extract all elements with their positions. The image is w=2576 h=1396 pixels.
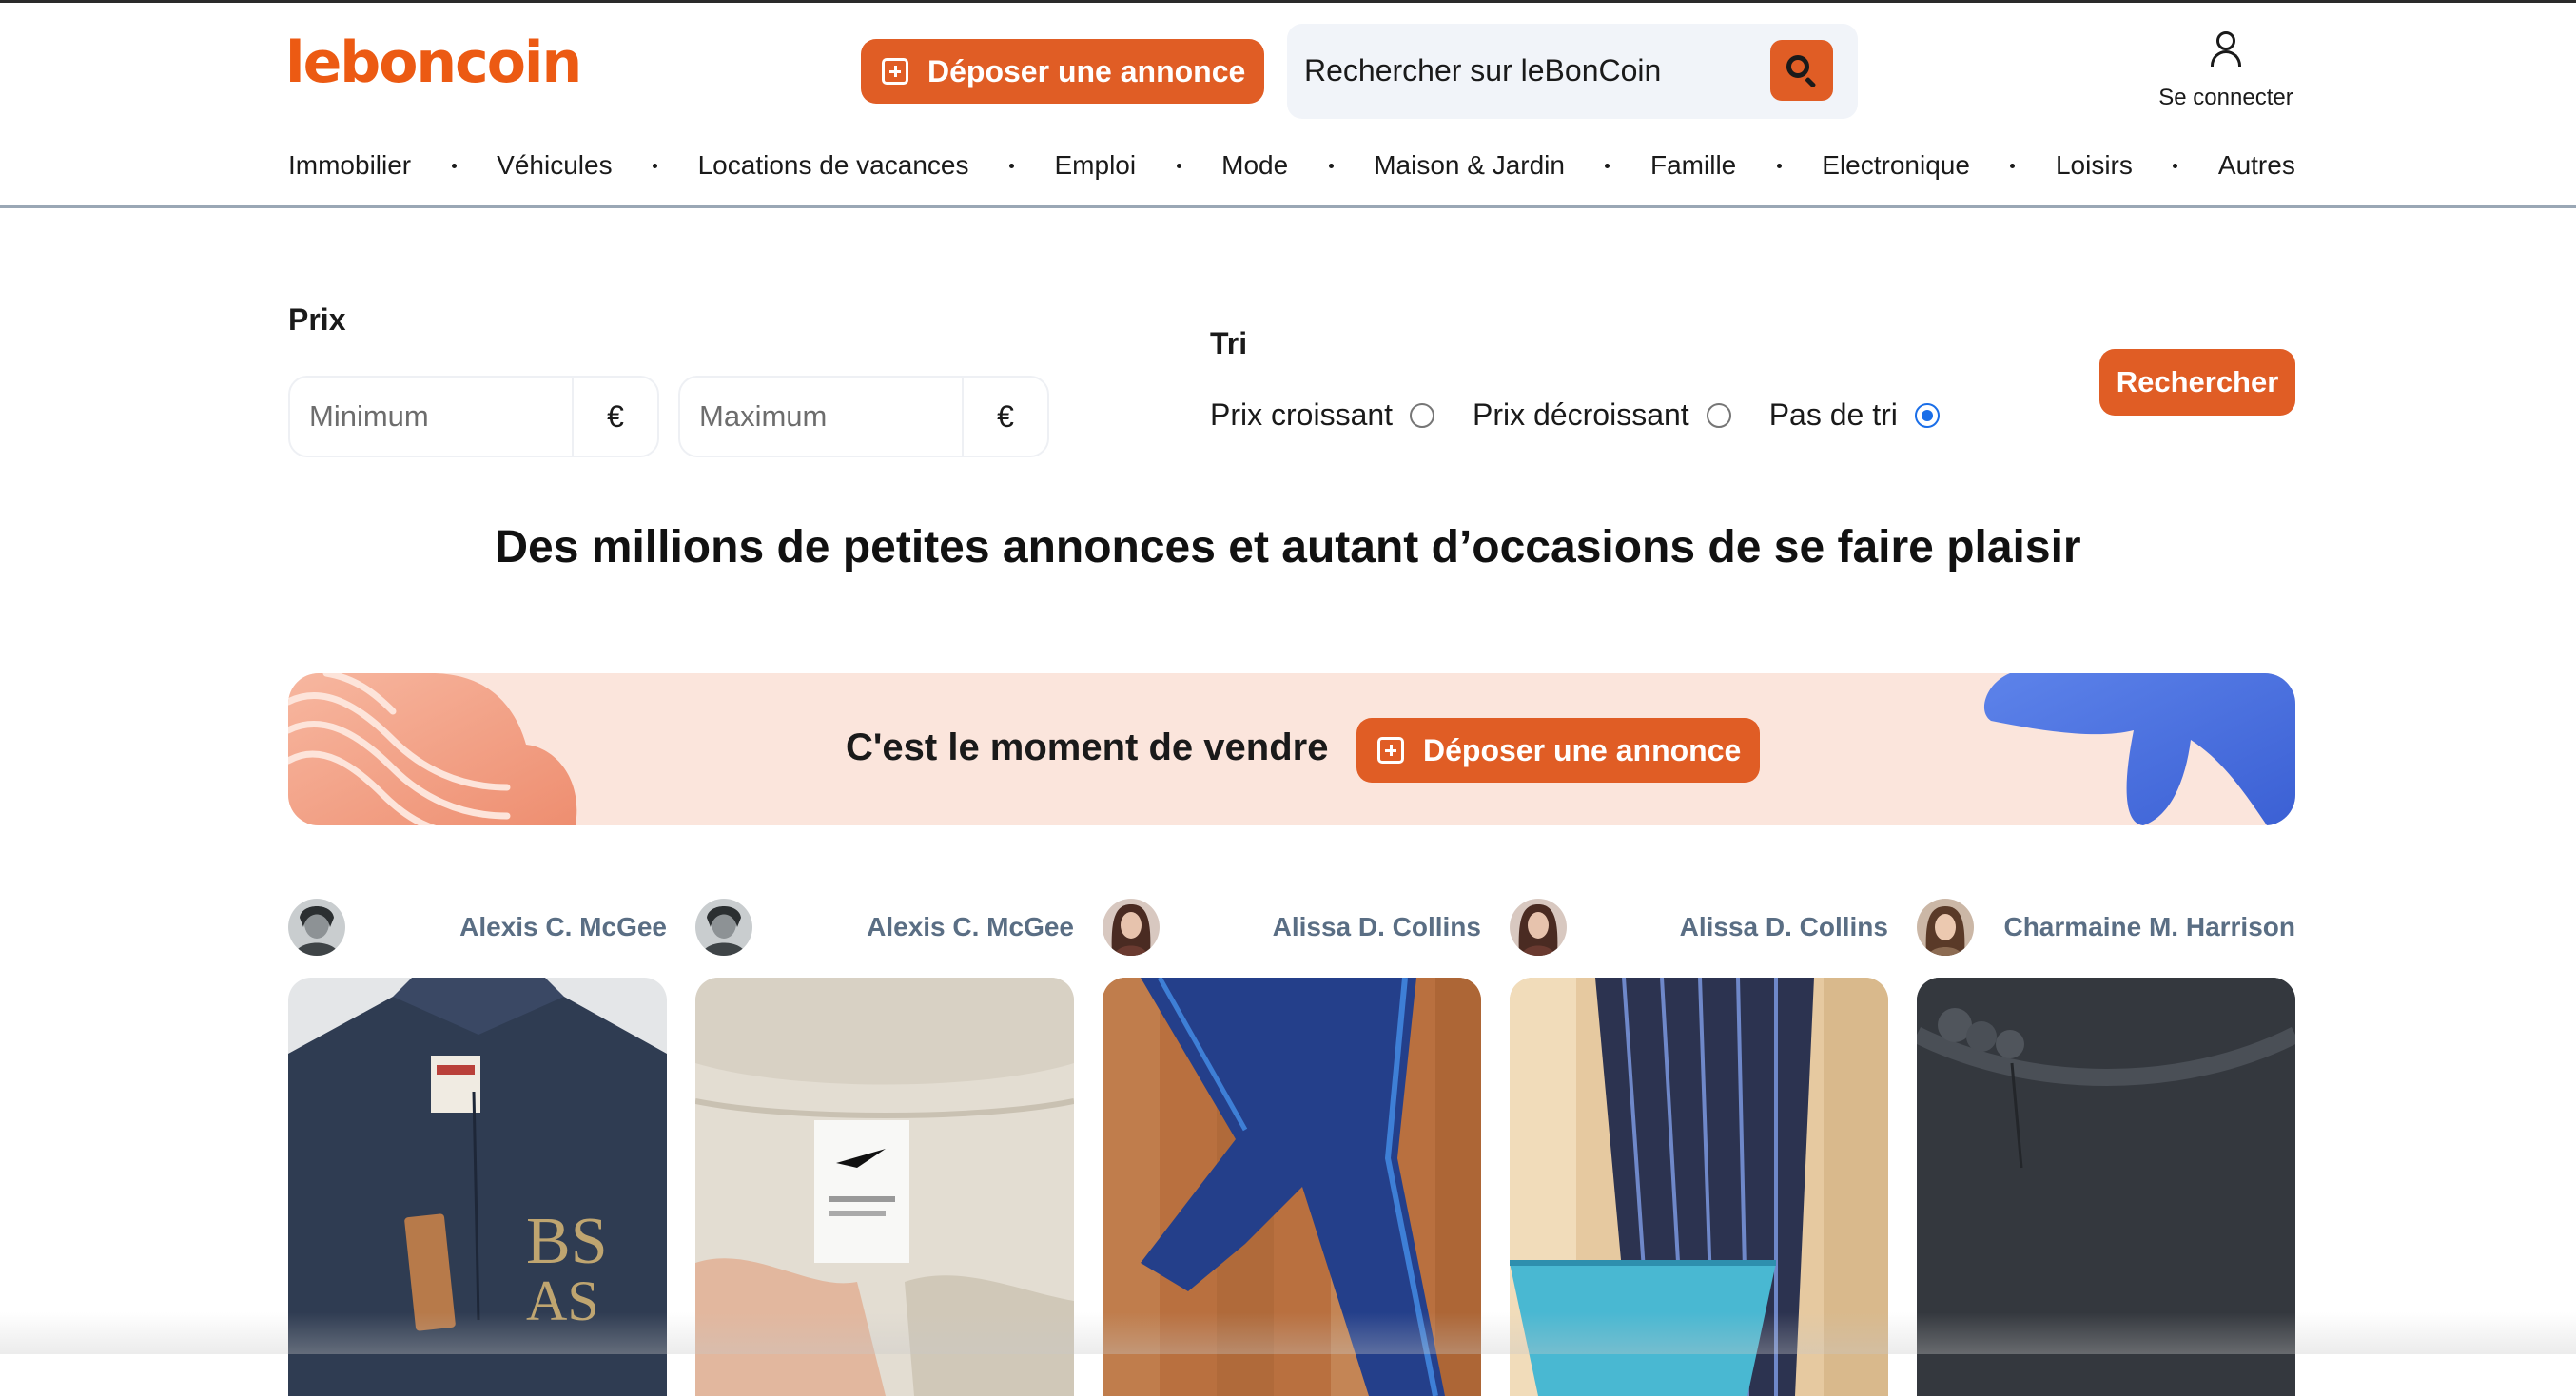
seller-avatar[interactable] xyxy=(1917,899,1974,956)
seller-info: Charmaine M. Harrison xyxy=(1917,898,2295,957)
seller-name[interactable]: Alexis C. McGee xyxy=(867,912,1074,942)
nav-separator xyxy=(653,163,658,168)
nav-separator xyxy=(2010,163,2016,168)
svg-text:BS: BS xyxy=(526,1205,608,1278)
category-nav: Immobilier Véhicules Locations de vacanc… xyxy=(288,150,2295,181)
currency-euro: € xyxy=(962,378,1047,456)
nav-item-autres[interactable]: Autres xyxy=(2218,150,2295,181)
login-label: Se connecter xyxy=(2158,85,2293,110)
nav-separator xyxy=(1776,163,1782,168)
wave-decoration xyxy=(288,673,577,825)
sort-options: Prix croissant Prix décroissant Pas de t… xyxy=(1210,397,1978,433)
seller-name[interactable]: Alissa D. Collins xyxy=(1680,912,1888,942)
sell-banner: C'est le moment de vendre Déposer une an… xyxy=(288,673,2295,825)
nav-item-famille[interactable]: Famille xyxy=(1650,150,1736,181)
seller-info: Alexis C. McGee xyxy=(695,898,1074,957)
seller-name[interactable]: Alissa D. Collins xyxy=(1273,912,1481,942)
user-icon-head xyxy=(2216,31,2235,50)
nav-separator xyxy=(1008,163,1014,168)
nav-separator xyxy=(1176,163,1181,168)
nav-item-electronique[interactable]: Electronique xyxy=(1822,150,1970,181)
page-headline: Des millions de petites annonces et auta… xyxy=(495,522,2081,572)
seller-name[interactable]: Alexis C. McGee xyxy=(459,912,667,942)
plus-square-icon xyxy=(882,58,908,85)
price-label: Prix xyxy=(288,302,346,337)
radio-prix-decroissant[interactable] xyxy=(1706,402,1731,428)
seller-name[interactable]: Charmaine M. Harrison xyxy=(2003,912,2295,942)
price-min-field: € xyxy=(288,376,659,457)
sort-option-prix-decroissant[interactable]: Prix décroissant xyxy=(1473,397,1731,433)
banner-title: C'est le moment de vendre xyxy=(846,727,1329,768)
sort-option-label: Prix croissant xyxy=(1210,397,1394,432)
user-icon xyxy=(2207,29,2245,69)
nav-item-mode[interactable]: Mode xyxy=(1221,150,1288,181)
seller-avatar[interactable] xyxy=(695,899,752,956)
search-icon-handle xyxy=(1805,76,1817,88)
nav-item-locations-de-vacances[interactable]: Locations de vacances xyxy=(698,150,969,181)
price-min-input[interactable] xyxy=(290,378,576,456)
price-max-input[interactable] xyxy=(680,378,966,456)
search-bar xyxy=(1287,24,1858,119)
sort-label: Tri xyxy=(1210,326,1248,360)
radio-prix-croissant[interactable] xyxy=(1410,402,1435,428)
sort-option-label: Prix décroissant xyxy=(1473,397,1689,432)
login-link[interactable]: Se connecter xyxy=(2150,29,2302,115)
viewport-bottom-shadow xyxy=(0,1312,2576,1354)
banner-post-ad-label: Déposer une annonce xyxy=(1423,732,1742,767)
price-max-field: € xyxy=(678,376,1049,457)
seller-avatar[interactable] xyxy=(1510,899,1567,956)
user-icon-body xyxy=(2211,50,2241,67)
nav-separator xyxy=(1328,163,1334,168)
seller-avatar[interactable] xyxy=(1103,899,1160,956)
post-ad-button-label: Déposer une annonce xyxy=(927,53,1246,88)
currency-euro: € xyxy=(572,378,657,456)
plus-square-icon xyxy=(1377,737,1404,764)
site-header: leboncoin Déposer une annonce Se connect… xyxy=(0,3,2576,208)
search-icon xyxy=(1786,55,1809,78)
nav-item-emploi[interactable]: Emploi xyxy=(1055,150,1137,181)
banner-post-ad-button[interactable]: Déposer une annonce xyxy=(1356,718,1761,783)
sort-option-pas-de-tri[interactable]: Pas de tri xyxy=(1769,397,1940,433)
nav-separator xyxy=(1605,163,1610,168)
seller-info: Alissa D. Collins xyxy=(1510,898,1888,957)
nav-separator xyxy=(2173,163,2178,168)
seller-avatar[interactable] xyxy=(288,899,345,956)
nav-separator xyxy=(451,163,457,168)
nav-item-vehicules[interactable]: Véhicules xyxy=(497,150,612,181)
sort-option-prix-croissant[interactable]: Prix croissant xyxy=(1210,397,1435,433)
nav-item-loisirs[interactable]: Loisirs xyxy=(2056,150,2133,181)
sort-option-label: Pas de tri xyxy=(1768,397,1898,432)
radio-pas-de-tri[interactable] xyxy=(1914,402,1940,428)
leboncoin-logo[interactable]: leboncoin xyxy=(285,29,582,96)
seller-info: Alissa D. Collins xyxy=(1103,898,1481,957)
post-ad-button[interactable]: Déposer une annonce xyxy=(861,39,1265,104)
search-button[interactable] xyxy=(1770,40,1833,101)
nav-item-immobilier[interactable]: Immobilier xyxy=(288,150,411,181)
search-input[interactable] xyxy=(1304,43,1723,98)
search-submit-button[interactable]: Rechercher xyxy=(2099,349,2295,416)
blob-decoration xyxy=(1983,673,2295,825)
nav-item-maison-jardin[interactable]: Maison & Jardin xyxy=(1374,150,1565,181)
seller-info: Alexis C. McGee xyxy=(288,898,667,957)
